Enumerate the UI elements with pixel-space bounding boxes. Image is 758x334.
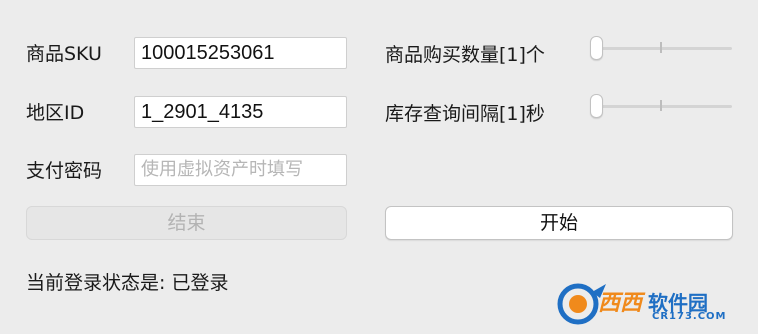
slider-knob[interactable] xyxy=(590,94,603,118)
watermark-site: CR173.COM xyxy=(652,311,727,322)
interval-slider[interactable] xyxy=(590,94,732,118)
sku-input[interactable]: 100015253061 xyxy=(134,37,347,69)
interval-label: 库存查询间隔[1]秒 xyxy=(385,103,545,125)
slider-tick xyxy=(660,42,662,53)
slider-tick xyxy=(660,100,662,111)
region-input[interactable]: 1_2901_4135 xyxy=(134,96,347,128)
start-button[interactable]: 开始 xyxy=(385,206,733,240)
login-status: 当前登录状态是: 已登录 xyxy=(26,272,229,294)
watermark-logo: 西西 软件园 CR173.COM xyxy=(556,282,742,326)
quantity-slider[interactable] xyxy=(590,36,732,60)
password-input[interactable]: 使用虚拟资产时填写 xyxy=(134,154,347,186)
password-label: 支付密码 xyxy=(26,160,103,182)
stop-button[interactable]: 结束 xyxy=(26,206,347,240)
sku-label: 商品SKU xyxy=(26,43,102,65)
region-label: 地区ID xyxy=(26,102,85,124)
watermark-brand: 西西 xyxy=(598,291,643,316)
quantity-label: 商品购买数量[1]个 xyxy=(385,44,545,66)
slider-knob[interactable] xyxy=(590,36,603,60)
